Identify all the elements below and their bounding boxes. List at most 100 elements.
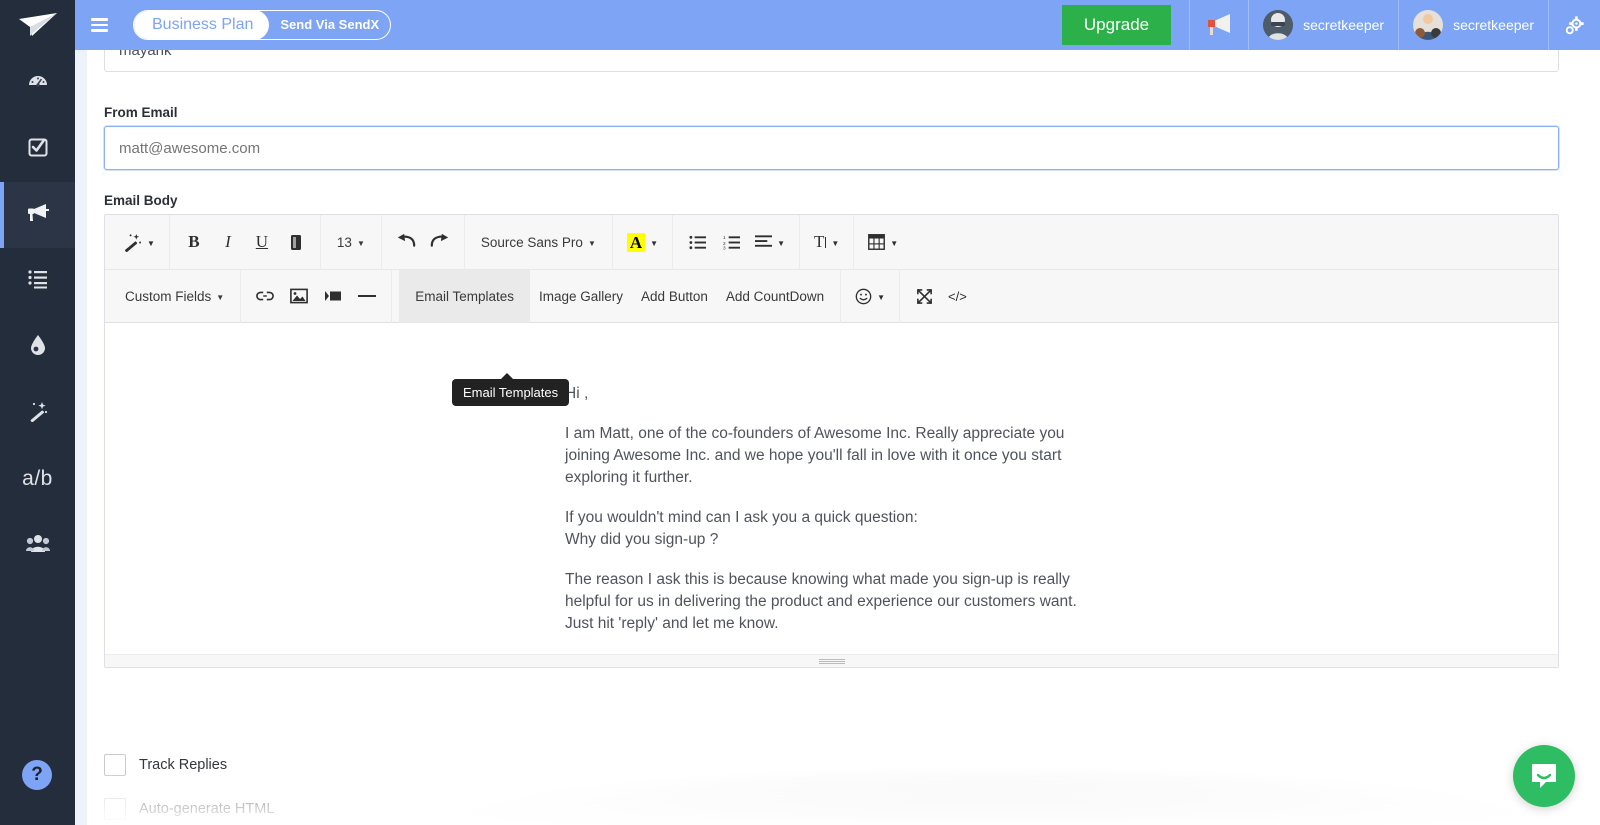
link-icon <box>256 289 275 303</box>
sidebar-item-contacts[interactable] <box>0 512 75 578</box>
send-via-sendx-button[interactable]: Send Via SendX <box>269 11 390 39</box>
sidebar-item-ab-testing[interactable]: a/b <box>0 446 75 512</box>
toolbar-group: Email Templates Image Gallery Add Button Ad… <box>391 269 840 323</box>
font-size-select[interactable]: 13 ▼ <box>328 225 374 259</box>
toolbar-group: ▼ <box>853 214 912 270</box>
gear-icon <box>1565 15 1584 34</box>
megaphone-icon <box>1208 14 1231 35</box>
hamburger-icon <box>90 15 108 35</box>
underline-icon: U <box>255 232 269 251</box>
checkbox-check-icon <box>27 136 49 162</box>
insert-video-button[interactable] <box>316 279 350 313</box>
toolbar-group: 1 2 3 ▼ <box>672 214 799 270</box>
from-name-input[interactable] <box>104 50 1559 72</box>
toolbar-group: 13 ▼ <box>319 214 381 270</box>
add-button-button[interactable]: Add Button <box>632 279 717 313</box>
font-family-select[interactable]: Source Sans Pro ▼ <box>472 225 605 259</box>
from-name-field-group <box>87 50 1559 72</box>
account-name-label: secretkeeper <box>1303 17 1385 33</box>
team-avatar-icon <box>1413 10 1444 40</box>
redo-button[interactable] <box>423 225 457 259</box>
sidebar-nav: a/b <box>0 50 75 578</box>
table-icon <box>868 234 886 250</box>
announcements-button[interactable] <box>1190 0 1248 50</box>
text-highlight-button[interactable]: A ▼ <box>620 225 665 259</box>
insert-image-button[interactable] <box>282 279 316 313</box>
email-templates-button[interactable]: Email Templates <box>399 269 530 323</box>
auto-generate-html-checkbox[interactable] <box>104 798 126 820</box>
image-gallery-button[interactable]: Image Gallery <box>530 279 632 313</box>
email-paragraph: The reason I ask this is because knowing… <box>565 571 1077 632</box>
line-height-icon: T <box>813 232 825 251</box>
track-replies-row: Track Replies <box>104 754 227 776</box>
add-countdown-button[interactable]: Add CountDown <box>717 279 833 313</box>
horizontal-line-icon <box>358 294 377 298</box>
intercom-launcher-button[interactable] <box>1513 745 1575 807</box>
app-logo[interactable] <box>0 0 75 50</box>
user-avatar-icon <box>1263 10 1294 40</box>
sidebar-item-campaigns[interactable] <box>0 182 75 248</box>
hamburger-menu-button[interactable] <box>75 0 123 50</box>
left-sidebar: a/b ? <box>0 0 75 825</box>
top-header: Business Plan Send Via SendX Upgrade sec… <box>75 0 1600 50</box>
chevron-down-icon: ▼ <box>216 292 225 302</box>
unordered-list-button[interactable] <box>680 225 714 259</box>
plan-pill[interactable]: Business Plan Send Via SendX <box>133 10 392 40</box>
redo-icon <box>430 234 450 250</box>
image-icon <box>290 288 309 304</box>
fullscreen-button[interactable] <box>907 279 941 313</box>
insert-link-button[interactable] <box>248 279 282 313</box>
sidebar-item-dashboard[interactable] <box>0 50 75 116</box>
toolbar-group: BIU <box>168 214 320 270</box>
from-email-input[interactable] <box>104 126 1559 170</box>
bold-button[interactable]: B <box>177 225 211 259</box>
question-mark-icon: ? <box>31 764 43 785</box>
auto-generate-html-row: Auto-generate HTML <box>104 798 274 820</box>
toolbar-button-label: Add CountDown <box>725 288 825 304</box>
email-body-label-wrap: Email Body <box>87 193 178 214</box>
email-paragraph: I am Matt, one of the co-founders of Awe… <box>565 425 1065 486</box>
clear-formatting-button[interactable] <box>279 225 313 259</box>
toolbar-group: Custom Fields ▼ <box>109 270 240 323</box>
horizontal-rule-button[interactable] <box>350 279 384 313</box>
droplet-icon <box>29 334 47 360</box>
bullet-list-icon <box>689 235 706 250</box>
italic-button[interactable]: I <box>211 225 245 259</box>
undo-button[interactable] <box>389 225 423 259</box>
line-height-button[interactable]: T ▼ <box>807 225 846 259</box>
toolbar-group: ▼ <box>109 215 169 270</box>
code-view-button[interactable]: </> <box>941 279 975 313</box>
ordered-list-button[interactable]: 123 <box>714 225 748 259</box>
main-content: From Email Email Body ▼BIU13▼Source Sans… <box>75 50 1600 825</box>
track-replies-label: Track Replies <box>139 757 228 773</box>
help-button[interactable]: ? <box>22 760 52 790</box>
sidebar-item-tasks[interactable] <box>0 116 75 182</box>
sidebar-item-drip[interactable] <box>0 314 75 380</box>
resize-grip-handle[interactable] <box>818 659 845 664</box>
sidebar-item-lists[interactable] <box>0 248 75 314</box>
toolbar-button-label: Email Templates <box>415 288 514 304</box>
upgrade-button[interactable]: Upgrade <box>1061 5 1172 45</box>
track-replies-checkbox[interactable] <box>104 754 126 776</box>
more-styles-button[interactable]: ▼ <box>116 225 162 259</box>
settings-button[interactable] <box>1549 0 1600 50</box>
sidebar-item-automation[interactable] <box>0 380 75 446</box>
line-height-bar <box>825 236 827 248</box>
emoji-button[interactable]: ▼ <box>848 279 892 313</box>
align-button[interactable]: ▼ <box>748 225 792 259</box>
toolbar-button-label: Custom Fields <box>125 288 212 304</box>
svg-text:1: 1 <box>723 235 726 241</box>
toolbar-group: Source Sans Pro ▼ <box>463 214 612 270</box>
email-body-content[interactable]: Hi , I am Matt, one of the co-founders of… <box>565 383 1095 635</box>
team-menu[interactable]: secretkeeper <box>1399 0 1548 50</box>
toolbar-button-label: Add Button <box>641 288 708 304</box>
custom-fields-menu[interactable]: Custom Fields ▼ <box>116 279 233 313</box>
editor-canvas[interactable]: Hi , I am Matt, one of the co-founders of… <box>105 323 1558 656</box>
insert-table-button[interactable]: ▼ <box>861 225 905 259</box>
toolbar-group <box>380 214 464 270</box>
expand-arrows-icon <box>916 288 933 305</box>
user-account-menu[interactable]: secretkeeper <box>1249 0 1398 50</box>
eraser-icon <box>288 234 304 251</box>
underline-button[interactable]: U <box>245 225 279 259</box>
content-left-gutter <box>75 50 87 825</box>
